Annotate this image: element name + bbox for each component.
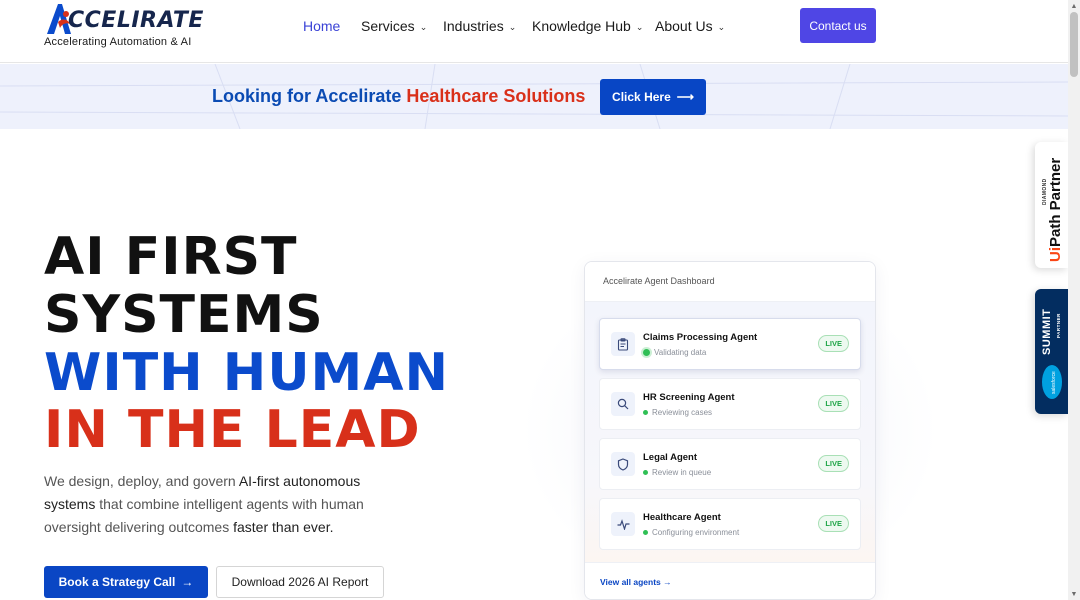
agent-status-text: Review in queue [652, 468, 712, 477]
agent-status-text: Configuring environment [652, 528, 740, 537]
agent-card-hr[interactable]: HR Screening Agent Reviewing cases LIVE [599, 378, 861, 430]
live-badge: LIVE [818, 455, 849, 472]
logo-wordmark: CCELIRATE [68, 8, 204, 33]
chevron-down-icon: ⌄ [717, 21, 726, 32]
nav-about-us[interactable]: About Us ⌄ [655, 18, 725, 34]
agent-list: Claims Processing Agent Validating data … [585, 302, 875, 562]
search-icon [611, 392, 635, 416]
chevron-down-icon: ⌄ [419, 21, 428, 32]
agent-card-legal[interactable]: Legal Agent Review in queue LIVE [599, 438, 861, 490]
live-badge: LIVE [818, 515, 849, 532]
click-here-button[interactable]: Click Here ⟶ [600, 79, 706, 115]
status-dot-icon [643, 349, 650, 356]
agent-status-text: Validating data [654, 348, 707, 357]
book-strategy-call-label: Book a Strategy Call [58, 575, 176, 589]
dashboard-title: Accelirate Agent Dashboard [585, 262, 875, 302]
status-dot-icon [643, 530, 648, 535]
hero-title-line-1: AI FIRST [44, 227, 298, 287]
agent-name: Healthcare Agent [643, 512, 721, 523]
contact-us-button[interactable]: Contact us [800, 8, 876, 43]
healthcare-banner: Looking for Accelirate Healthcare Soluti… [0, 64, 1068, 129]
agent-status: Review in queue [643, 468, 711, 477]
arrow-right-icon: → [181, 575, 194, 589]
hero-description: We design, deploy, and govern AI-first a… [44, 470, 404, 539]
nav-services-label: Services [361, 18, 415, 34]
uipath-partner-label: UiPath Partner [1047, 158, 1064, 262]
hero-title-line-4: IN THE LEAD [44, 400, 421, 460]
nav-services[interactable]: Services ⌄ [361, 18, 427, 34]
logo-tagline: Accelerating Automation & AI [44, 36, 192, 48]
agent-status-text: Reviewing cases [652, 408, 713, 417]
salesforce-cloud-icon: salesforce [1042, 365, 1062, 399]
agent-name: Claims Processing Agent [643, 332, 758, 343]
agent-name: HR Screening Agent [643, 392, 735, 403]
agent-status: Configuring environment [643, 528, 739, 537]
banner-headline: Looking for Accelirate Healthcare Soluti… [212, 86, 585, 107]
nav-knowledge-hub[interactable]: Knowledge Hub ⌄ [532, 18, 643, 34]
page-scrollbar[interactable]: ▲ ▼ [1068, 0, 1080, 600]
salesforce-cloud-text: salesforce [1051, 371, 1057, 394]
hero-desc-d: faster than ever. [233, 519, 334, 535]
chevron-down-icon: ⌄ [635, 21, 644, 32]
salesforce-summit-label: SUMMIT [1041, 308, 1053, 355]
agent-card-claims[interactable]: Claims Processing Agent Validating data … [599, 318, 861, 370]
book-strategy-call-button[interactable]: Book a Strategy Call → [44, 566, 208, 598]
shield-icon [611, 452, 635, 476]
agent-card-healthcare[interactable]: Healthcare Agent Configuring environment… [599, 498, 861, 550]
hero-title-line-2: SYSTEMS [44, 285, 324, 345]
agent-status: Reviewing cases [643, 408, 712, 417]
nav-home[interactable]: Home [303, 18, 340, 34]
status-dot-icon [643, 470, 648, 475]
status-dot-icon [643, 410, 648, 415]
dashboard-footer: View all agents → [585, 562, 875, 599]
nav-about-us-label: About Us [655, 18, 713, 34]
clipboard-icon [611, 332, 635, 356]
nav-industries[interactable]: Industries ⌄ [443, 18, 516, 34]
banner-text-prefix: Looking for Accelirate [212, 86, 407, 106]
view-all-agents-link[interactable]: View all agents → [600, 577, 672, 587]
salesforce-partner-label: PARTNER [1056, 313, 1061, 338]
pulse-icon [611, 512, 635, 536]
site-header: CCELIRATE Accelerating Automation & AI H… [0, 0, 1068, 63]
nav-knowledge-hub-label: Knowledge Hub [532, 18, 631, 34]
agent-dashboard-card: Accelirate Agent Dashboard Claims Proces… [584, 261, 876, 600]
hero-desc-a: We design, deploy, and govern [44, 473, 239, 489]
nav-home-label: Home [303, 18, 341, 34]
download-report-button[interactable]: Download 2026 AI Report [216, 566, 384, 598]
scrollbar-thumb[interactable] [1070, 12, 1078, 77]
chevron-down-icon: ⌄ [508, 21, 517, 32]
agent-name: Legal Agent [643, 452, 698, 463]
click-here-label: Click Here [612, 90, 671, 104]
accelirate-logo[interactable]: CCELIRATE Accelerating Automation & AI [44, 2, 203, 48]
live-badge: LIVE [818, 335, 849, 352]
banner-text-highlight: Healthcare Solutions [406, 86, 586, 106]
scroll-down-arrow-icon[interactable]: ▼ [1068, 588, 1080, 600]
live-badge: LIVE [818, 395, 849, 412]
agent-status: Validating data [643, 348, 706, 357]
hero-title-line-3: WITH HUMAN [44, 343, 450, 403]
uipath-rest-text: Path Partner [1047, 157, 1064, 247]
uipath-ui-text: Ui [1047, 247, 1064, 262]
scroll-up-arrow-icon[interactable]: ▲ [1068, 0, 1080, 12]
arrow-right-icon: ⟶ [676, 90, 694, 104]
nav-industries-label: Industries [443, 18, 504, 34]
